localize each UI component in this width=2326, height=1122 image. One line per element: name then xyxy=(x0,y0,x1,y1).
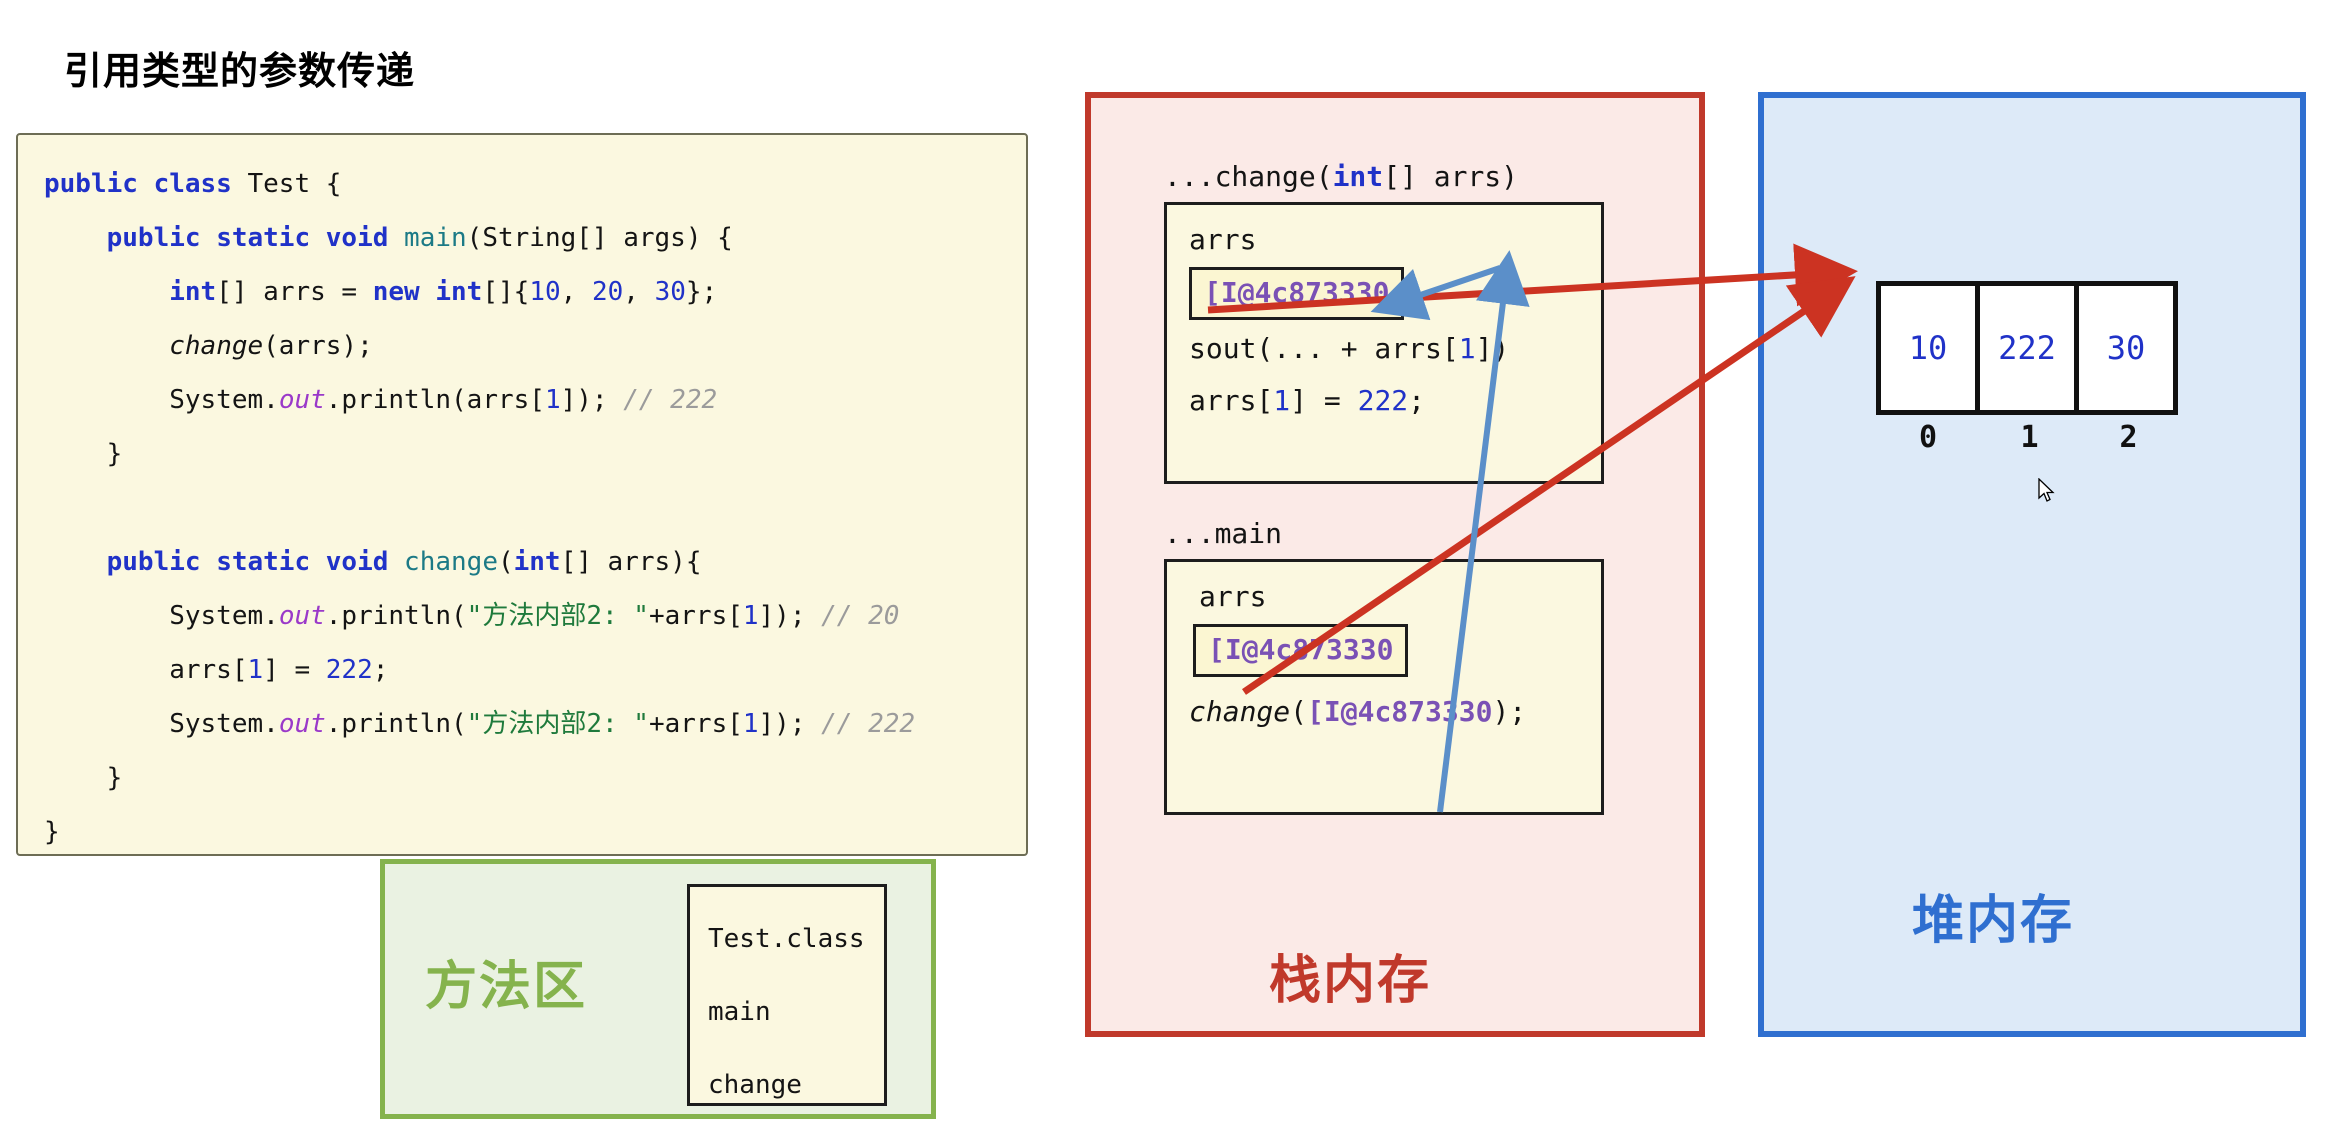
heap-array-index-0: 0 xyxy=(1918,420,1938,455)
code-line-8: System.out.println("方法内部2: "+arrs[1]); /… xyxy=(44,601,900,631)
stack-frame-title-main: ...main xyxy=(1164,517,1283,550)
stack-memory-panel: ...change(int[] arrs) arrs [I@4c873330 s… xyxy=(1085,92,1705,1037)
heap-array-cell-2: 30 xyxy=(2074,281,2178,415)
code-line-12: } xyxy=(44,817,60,847)
main-frame-line-0: change([I@4c873330); xyxy=(1189,695,1527,728)
heap-memory-label: 堆内存 xyxy=(1912,891,2075,951)
stack-frame-change-ref-box: [I@4c873330 xyxy=(1189,267,1405,320)
method-area-panel: 方法区 Test.class main change xyxy=(380,859,936,1119)
stack-frame-main-ref-box: [I@4c873330 xyxy=(1193,624,1409,677)
code-line-11: } xyxy=(44,763,123,793)
heap-array-cell-1: 222 xyxy=(1975,281,2079,415)
code-line-2: int[] arrs = new int[]{10, 20, 30}; xyxy=(169,277,718,307)
code-line-7: public static void change(int[] arrs){ xyxy=(106,547,702,577)
heap-array-index-1: 1 xyxy=(2020,420,2039,455)
code-line-3: change(arrs); xyxy=(169,331,373,361)
change-frame-line-1: arrs[1] = 222; xyxy=(1189,384,1426,417)
method-area-label: 方法区 xyxy=(425,957,588,1017)
stack-frame-change: arrs [I@4c873330 sout(... + arrs[1]) arrs… xyxy=(1164,202,1604,484)
stack-memory-label: 栈内存 xyxy=(1269,951,1432,1011)
heap-array-index-2: 2 xyxy=(2119,420,2138,455)
code-listing: public class Test { public static void m… xyxy=(44,157,1026,859)
mouse-cursor xyxy=(2038,478,2055,502)
heap-memory-panel: 10 222 30 0 1 2 堆内存 xyxy=(1758,92,2306,1037)
class-box-line-2: change xyxy=(708,1070,802,1100)
code-line-1: public static void main(String[] args) { xyxy=(106,223,733,253)
code-panel: public class Test { public static void m… xyxy=(16,133,1028,856)
code-line-10: System.out.println("方法内部2: "+arrs[1]); /… xyxy=(44,709,916,739)
code-line-0: public class Test { xyxy=(44,169,342,199)
stack-frame-title-change: ...change(int[] arrs) xyxy=(1164,160,1519,193)
stack-frame-change-varname: arrs xyxy=(1189,223,1257,256)
change-frame-line-0: sout(... + arrs[1]) xyxy=(1189,332,1510,365)
stack-frame-change-body: sout(... + arrs[1]) arrs[1] = 222; xyxy=(1189,332,1601,418)
code-line-5: } xyxy=(44,439,123,469)
class-box: Test.class main change xyxy=(687,884,887,1106)
stack-frame-main: arrs [I@4c873330 change([I@4c873330); xyxy=(1164,559,1604,815)
heap-array-cells: 10 222 30 xyxy=(1876,281,2178,415)
class-box-line-0: Test.class xyxy=(708,924,865,954)
class-box-line-1: main xyxy=(708,997,771,1027)
heap-array-indices: 0 1 2 xyxy=(1876,420,2178,455)
class-box-listing: Test.class main change xyxy=(708,903,884,1122)
stack-frame-main-body: change([I@4c873330); xyxy=(1189,695,1601,729)
code-line-9: arrs[1] = 222; xyxy=(44,655,389,685)
stack-frame-main-varname: arrs xyxy=(1199,580,1267,613)
heap-array-cell-0: 10 xyxy=(1876,281,1980,415)
page-title: 引用类型的参数传递 xyxy=(64,49,416,93)
stack-frame-change-ref-value: [I@4c873330 xyxy=(1204,276,1390,309)
code-line-4: System.out.println(arrs[1]); // 222 xyxy=(44,385,718,415)
stack-frame-main-ref-value: [I@4c873330 xyxy=(1208,633,1394,666)
